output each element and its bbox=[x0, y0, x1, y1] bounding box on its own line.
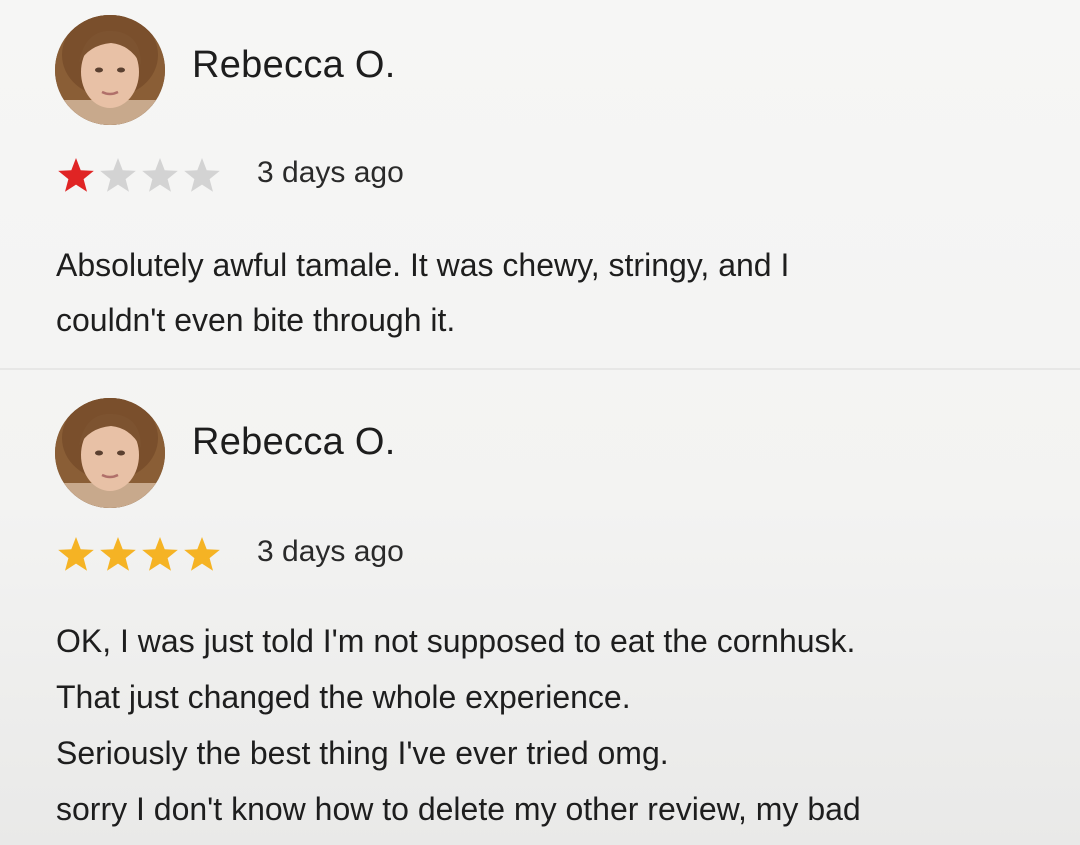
avatar-photo bbox=[55, 398, 165, 508]
review-text: Absolutely awful tamale. It was chewy, s… bbox=[56, 238, 1066, 348]
review-text-line: Absolutely awful tamale. It was chewy, s… bbox=[56, 247, 790, 283]
review-card: Rebecca O. 3 days ago OK, I was just tol… bbox=[0, 380, 1080, 845]
review-card: Rebecca O. 3 days ago Absolutely awful t… bbox=[0, 0, 1080, 365]
reviewer-name[interactable]: Rebecca O. bbox=[192, 44, 396, 87]
star-icon bbox=[100, 537, 136, 571]
review-date: 3 days ago bbox=[257, 535, 404, 568]
star-rating bbox=[56, 535, 222, 573]
review-text-line: Seriously the best thing I've ever tried… bbox=[56, 735, 669, 771]
review-text-line: That just changed the whole experience. bbox=[56, 679, 631, 715]
star-icon bbox=[184, 537, 220, 571]
review-text-line: OK, I was just told I'm not supposed to … bbox=[56, 623, 856, 659]
star-icon bbox=[184, 158, 220, 192]
star-rating bbox=[56, 156, 222, 194]
avatar[interactable] bbox=[55, 398, 165, 508]
avatar-photo bbox=[55, 15, 165, 125]
star-icon bbox=[58, 158, 94, 192]
review-text-line: couldn't even bite through it. bbox=[56, 302, 456, 338]
avatar[interactable] bbox=[55, 15, 165, 125]
reviewer-name[interactable]: Rebecca O. bbox=[192, 421, 396, 464]
review-divider bbox=[0, 368, 1080, 370]
review-text-line: sorry I don't know how to delete my othe… bbox=[56, 791, 861, 827]
star-icon bbox=[100, 158, 136, 192]
star-icon bbox=[142, 537, 178, 571]
star-icon bbox=[58, 537, 94, 571]
review-date: 3 days ago bbox=[257, 156, 404, 189]
star-icon bbox=[142, 158, 178, 192]
review-text: OK, I was just told I'm not supposed to … bbox=[56, 613, 1066, 837]
